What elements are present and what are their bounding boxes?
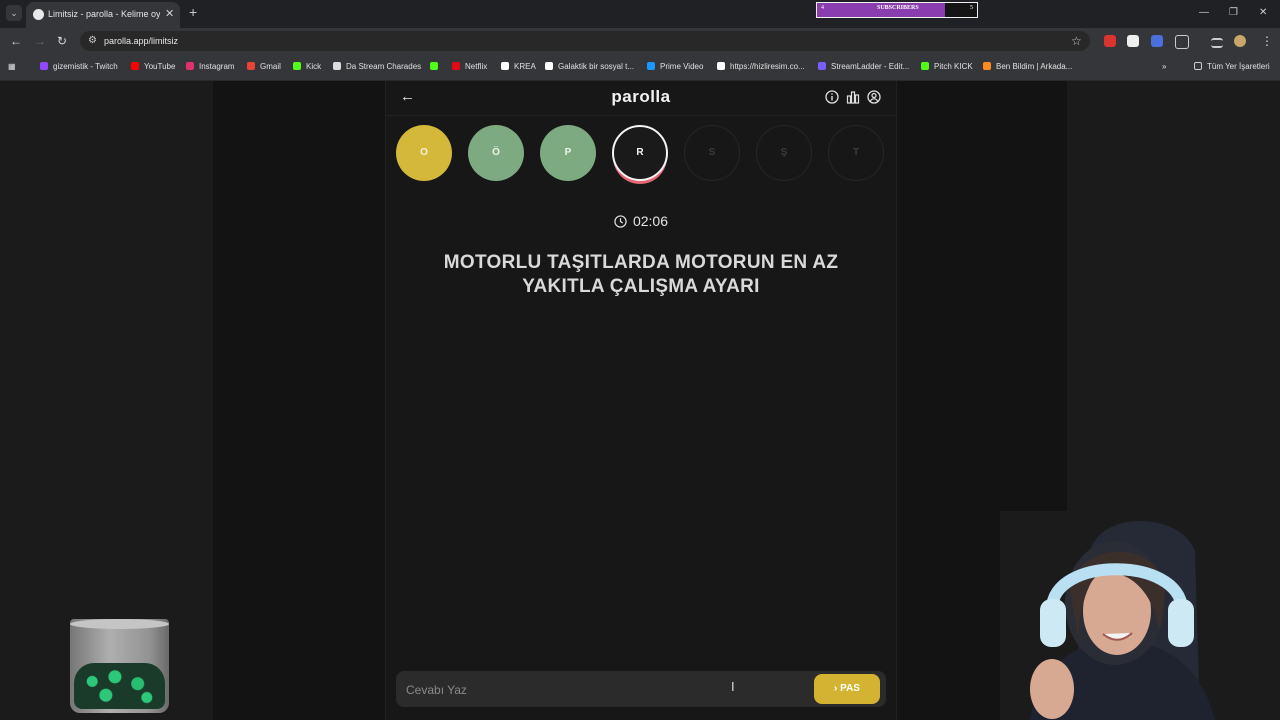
subscribers-goal-widget: 4 SUBSCRIBERS 5 <box>816 2 978 18</box>
url-text: parolla.app/limitsiz <box>104 36 179 46</box>
browser-tab-bar: ⌄ Limitsiz - parolla - Kelime oyunu ✕ + … <box>0 0 1280 28</box>
bookmark-item[interactable]: YouTube <box>131 62 175 71</box>
text-cursor-icon: I <box>731 679 735 694</box>
back-nav-icon[interactable]: ← <box>10 34 22 48</box>
bookmark-item[interactable] <box>430 62 443 71</box>
bookmarks-bar: ▦ gizemistik - Twitch YouTube Instagram … <box>0 54 1280 81</box>
tab-title: Limitsiz - parolla - Kelime oyunu <box>48 9 160 19</box>
close-window-icon[interactable]: ✕ <box>1259 7 1267 18</box>
restore-window-icon[interactable]: ❐ <box>1229 7 1238 18</box>
bookmark-item[interactable]: KREA <box>501 62 536 71</box>
minimize-window-icon[interactable]: — <box>1199 7 1209 18</box>
apps-grid-icon[interactable]: ▦ <box>8 62 16 71</box>
extension-w-icon[interactable] <box>1127 35 1139 47</box>
browser-tab[interactable]: Limitsiz - parolla - Kelime oyunu ✕ <box>26 2 180 28</box>
bookmark-item[interactable]: Gmail <box>247 62 281 71</box>
letter-circle-o-umlaut[interactable]: Ö <box>468 125 524 181</box>
extension-red-icon[interactable] <box>1104 35 1116 47</box>
bookmark-item[interactable]: Netflix <box>452 62 487 71</box>
glass-jar-overlay <box>70 619 169 713</box>
letter-circle-o[interactable]: O <box>396 125 452 181</box>
subscribers-current: 4 <box>821 5 824 11</box>
parolla-app: ← parolla O Ö P R S Ş T 02:06 MOTORLU TA… <box>385 81 897 720</box>
tab-favicon-icon <box>33 9 44 20</box>
bookmark-item[interactable]: Pitch KICK <box>921 62 973 71</box>
letter-circle-s[interactable]: S <box>684 125 740 181</box>
pass-label: PAS <box>840 683 860 694</box>
more-bookmarks-icon[interactable]: » <box>1162 62 1166 71</box>
letter-circle-p[interactable]: P <box>540 125 596 181</box>
browser-menu-icon[interactable]: ⋮ <box>1261 34 1273 48</box>
bookmark-item[interactable]: Da Stream Charades <box>333 62 421 71</box>
jar-contents <box>74 663 165 709</box>
answer-input[interactable] <box>404 676 808 704</box>
bookmark-item[interactable]: Ben Bildim | Arkada... <box>983 62 1072 71</box>
reload-icon[interactable]: ↻ <box>57 34 67 48</box>
countdown-timer: 02:06 <box>386 213 896 229</box>
info-icon[interactable] <box>825 90 839 104</box>
forward-nav-icon[interactable]: → <box>34 34 46 48</box>
tab-search-chevron-icon[interactable]: ⌄ <box>6 5 22 21</box>
bookmark-item[interactable]: StreamLadder - Edit... <box>818 62 909 71</box>
reading-list-icon[interactable] <box>1211 38 1223 48</box>
webcam-overlay <box>1000 511 1230 720</box>
pass-button[interactable]: › PAS <box>814 674 880 704</box>
subscribers-label: SUBSCRIBERS <box>877 5 919 11</box>
chevron-right-icon: › <box>834 683 838 694</box>
letter-circle-t[interactable]: T <box>828 125 884 181</box>
address-bar[interactable]: ⚙ parolla.app/limitsiz ☆ <box>80 31 1090 51</box>
letter-wheel: O Ö P R S Ş T <box>396 125 886 185</box>
bookmark-item[interactable]: https://hizliresim.co... <box>717 62 805 71</box>
bookmark-item[interactable]: Instagram <box>186 62 235 71</box>
app-logo[interactable]: parolla <box>386 87 896 107</box>
question-text: MOTORLU TAŞITLARDA MOTORUN EN AZ YAKITLA… <box>443 252 839 297</box>
all-bookmarks-folder[interactable]: Tüm Yer İşaretleri <box>1194 62 1270 71</box>
answer-form: I › PAS <box>396 671 886 707</box>
letter-circle-r-active[interactable]: R <box>612 125 668 181</box>
bookmark-item[interactable]: gizemistik - Twitch <box>40 62 118 71</box>
new-tab-plus-icon[interactable]: + <box>189 4 197 20</box>
jar-rim <box>70 619 169 629</box>
stats-chart-icon[interactable] <box>846 90 860 104</box>
bookmark-item[interactable]: Prime Video <box>647 62 703 71</box>
page-viewport: ← parolla O Ö P R S Ş T 02:06 MOTORLU TA… <box>0 81 1280 720</box>
extension-blue-icon[interactable] <box>1151 35 1163 47</box>
app-header: ← parolla <box>386 81 896 116</box>
clock-icon <box>614 215 627 228</box>
bookmark-item[interactable]: Kick <box>293 62 321 71</box>
site-settings-icon[interactable]: ⚙ <box>88 35 97 46</box>
left-gutter <box>213 81 385 720</box>
timer-value: 02:06 <box>632 213 669 229</box>
browser-toolbar: ← → ↻ ⚙ parolla.app/limitsiz ☆ ⋮ <box>0 28 1280 54</box>
profile-avatar[interactable] <box>1234 35 1246 47</box>
subscribers-goal: 5 <box>970 5 973 11</box>
bookmark-star-icon[interactable]: ☆ <box>1071 34 1082 48</box>
bookmark-item[interactable]: Galaktik bir sosyal t... <box>545 62 634 71</box>
extensions-puzzle-icon[interactable] <box>1175 35 1189 49</box>
close-tab-icon[interactable]: ✕ <box>165 7 174 20</box>
user-account-icon[interactable] <box>867 90 881 104</box>
letter-circle-s-cedilla[interactable]: Ş <box>756 125 812 181</box>
